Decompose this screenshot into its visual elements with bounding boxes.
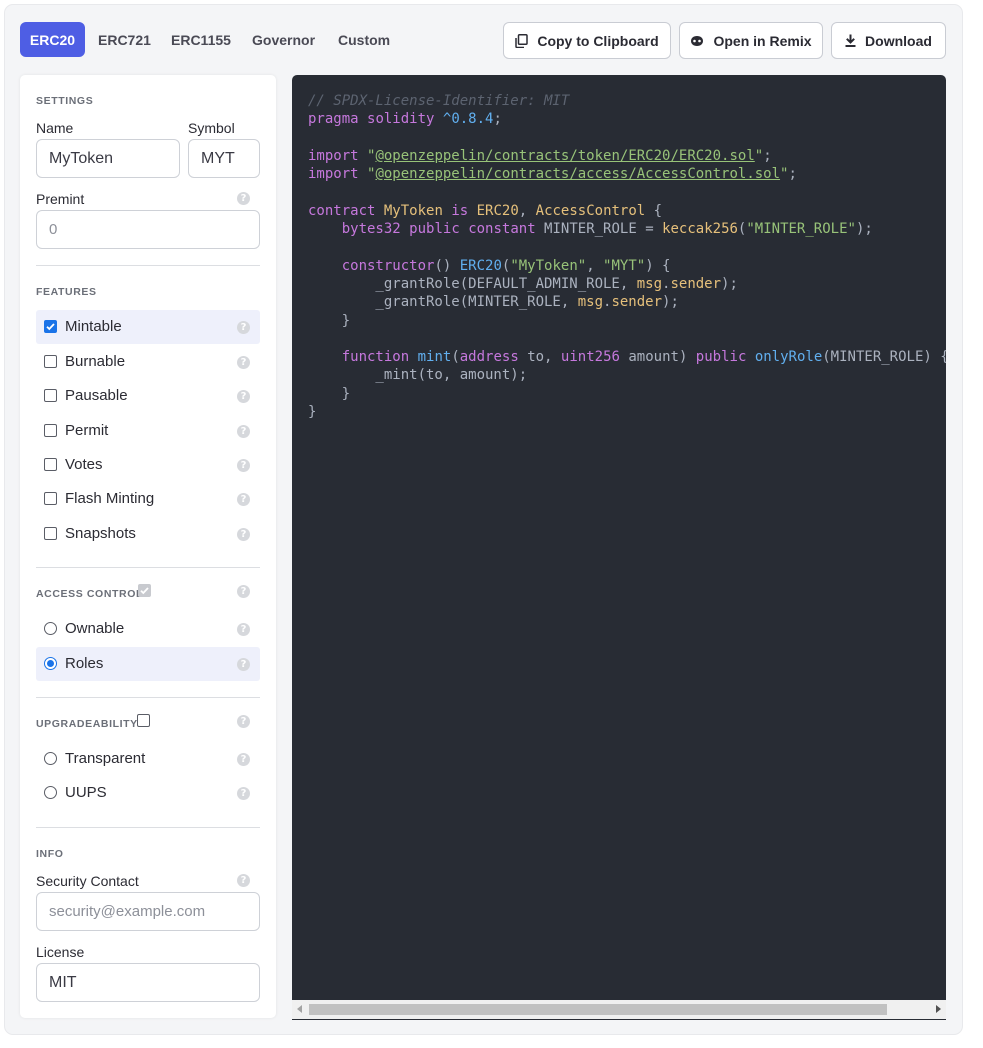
- horizontal-scrollbar[interactable]: [292, 1000, 946, 1019]
- access-ownable[interactable]: Ownable ?: [36, 612, 260, 646]
- access-roles[interactable]: Roles ?: [36, 647, 260, 681]
- download-button[interactable]: Download: [831, 22, 946, 59]
- upgrade-transparent[interactable]: Transparent ?: [36, 742, 260, 776]
- roles-radio[interactable]: [44, 657, 57, 670]
- info-heading: INFO: [36, 848, 64, 860]
- feature-label: Mintable: [65, 318, 122, 335]
- upgrade-uups[interactable]: UUPS ?: [36, 776, 260, 810]
- remix-button-label: Open in Remix: [713, 32, 812, 49]
- tab-erc721[interactable]: ERC721: [98, 22, 151, 57]
- code-panel[interactable]: // SPDX-License-Identifier: MIT pragma s…: [292, 75, 946, 1020]
- burnable-checkbox[interactable]: [44, 355, 57, 368]
- help-icon[interactable]: ?: [237, 459, 250, 472]
- transparent-radio[interactable]: [44, 752, 57, 765]
- help-icon[interactable]: ?: [237, 493, 250, 506]
- divider: [36, 567, 260, 568]
- snapshots-checkbox[interactable]: [44, 527, 57, 540]
- symbol-label: Symbol: [188, 120, 235, 136]
- security-contact-label: Security Contact: [36, 873, 139, 889]
- license-input[interactable]: MIT: [36, 963, 260, 1002]
- upgrade-option-label: UUPS: [65, 784, 107, 801]
- tab-custom[interactable]: Custom: [338, 22, 390, 57]
- feature-label: Burnable: [65, 353, 126, 370]
- feature-label: Snapshots: [65, 525, 136, 542]
- download-icon: [845, 34, 856, 47]
- name-input[interactable]: MyToken: [36, 139, 180, 178]
- feature-burnable[interactable]: Burnable ?: [36, 345, 260, 379]
- scrollbar-thumb[interactable]: [309, 1004, 887, 1015]
- open-in-remix-button[interactable]: Open in Remix: [679, 22, 823, 59]
- help-icon[interactable]: ?: [237, 528, 250, 541]
- feature-label: Permit: [65, 422, 109, 439]
- access-control-heading: ACCESS CONTROL: [36, 588, 143, 600]
- help-icon[interactable]: ?: [237, 623, 250, 636]
- permit-checkbox[interactable]: [44, 424, 57, 437]
- help-icon[interactable]: ?: [237, 390, 250, 403]
- divider: [36, 827, 260, 828]
- feature-label: Pausable: [65, 387, 128, 404]
- tab-erc20[interactable]: ERC20: [20, 22, 85, 57]
- scroll-left-icon[interactable]: [297, 1005, 302, 1013]
- name-label: Name: [36, 120, 74, 136]
- remix-icon: [690, 35, 704, 47]
- features-heading: FEATURES: [36, 286, 97, 298]
- settings-sidebar: SETTINGS Name Symbol MyToken MYT Premint…: [20, 75, 276, 1018]
- feature-votes[interactable]: Votes ?: [36, 448, 260, 482]
- premint-help-icon[interactable]: ?: [237, 192, 250, 205]
- copy-icon: [515, 33, 529, 48]
- copy-to-clipboard-button[interactable]: Copy to Clipboard: [503, 22, 671, 59]
- feature-snapshots[interactable]: Snapshots ?: [36, 517, 260, 551]
- symbol-input[interactable]: MYT: [188, 139, 260, 178]
- access-option-label: Ownable: [65, 620, 125, 637]
- access-control-checkbox[interactable]: [138, 584, 151, 597]
- help-icon[interactable]: ?: [237, 658, 250, 671]
- mintable-checkbox[interactable]: [44, 320, 57, 333]
- tab-erc1155[interactable]: ERC1155: [171, 22, 231, 57]
- feature-permit[interactable]: Permit ?: [36, 414, 260, 448]
- security-contact-input[interactable]: security@example.com: [36, 892, 260, 931]
- tab-governor[interactable]: Governor: [252, 22, 315, 57]
- feature-mintable[interactable]: Mintable ?: [36, 310, 260, 344]
- divider: [36, 265, 260, 266]
- help-icon[interactable]: ?: [237, 753, 250, 766]
- upgradeability-help-icon[interactable]: ?: [237, 715, 250, 728]
- premint-input[interactable]: 0: [36, 210, 260, 249]
- feature-label: Votes: [65, 456, 103, 473]
- download-button-label: Download: [865, 32, 932, 49]
- copy-button-label: Copy to Clipboard: [537, 32, 659, 49]
- access-option-label: Roles: [65, 655, 104, 672]
- ownable-radio[interactable]: [44, 622, 57, 635]
- uups-radio[interactable]: [44, 786, 57, 799]
- help-icon[interactable]: ?: [237, 425, 250, 438]
- help-icon[interactable]: ?: [237, 321, 250, 334]
- upgrade-option-label: Transparent: [65, 750, 146, 767]
- flash-minting-checkbox[interactable]: [44, 492, 57, 505]
- scroll-right-icon[interactable]: [936, 1005, 941, 1013]
- upgradeability-heading: UPGRADEABILITY: [36, 718, 138, 730]
- code-line: // SPDX-License-Identifier: MIT: [308, 93, 570, 109]
- feature-pausable[interactable]: Pausable ?: [36, 379, 260, 413]
- feature-label: Flash Minting: [65, 490, 155, 507]
- code-block: // SPDX-License-Identifier: MIT pragma s…: [308, 93, 946, 421]
- votes-checkbox[interactable]: [44, 458, 57, 471]
- help-icon[interactable]: ?: [237, 356, 250, 369]
- help-icon[interactable]: ?: [237, 787, 250, 800]
- upgradeability-checkbox[interactable]: [137, 714, 150, 727]
- license-label: License: [36, 944, 85, 960]
- feature-flash-minting[interactable]: Flash Minting ?: [36, 482, 260, 516]
- premint-label: Premint: [36, 191, 85, 207]
- security-contact-help-icon[interactable]: ?: [237, 874, 250, 887]
- access-control-help-icon[interactable]: ?: [237, 585, 250, 598]
- pausable-checkbox[interactable]: [44, 389, 57, 402]
- settings-heading: SETTINGS: [36, 95, 94, 107]
- divider: [36, 697, 260, 698]
